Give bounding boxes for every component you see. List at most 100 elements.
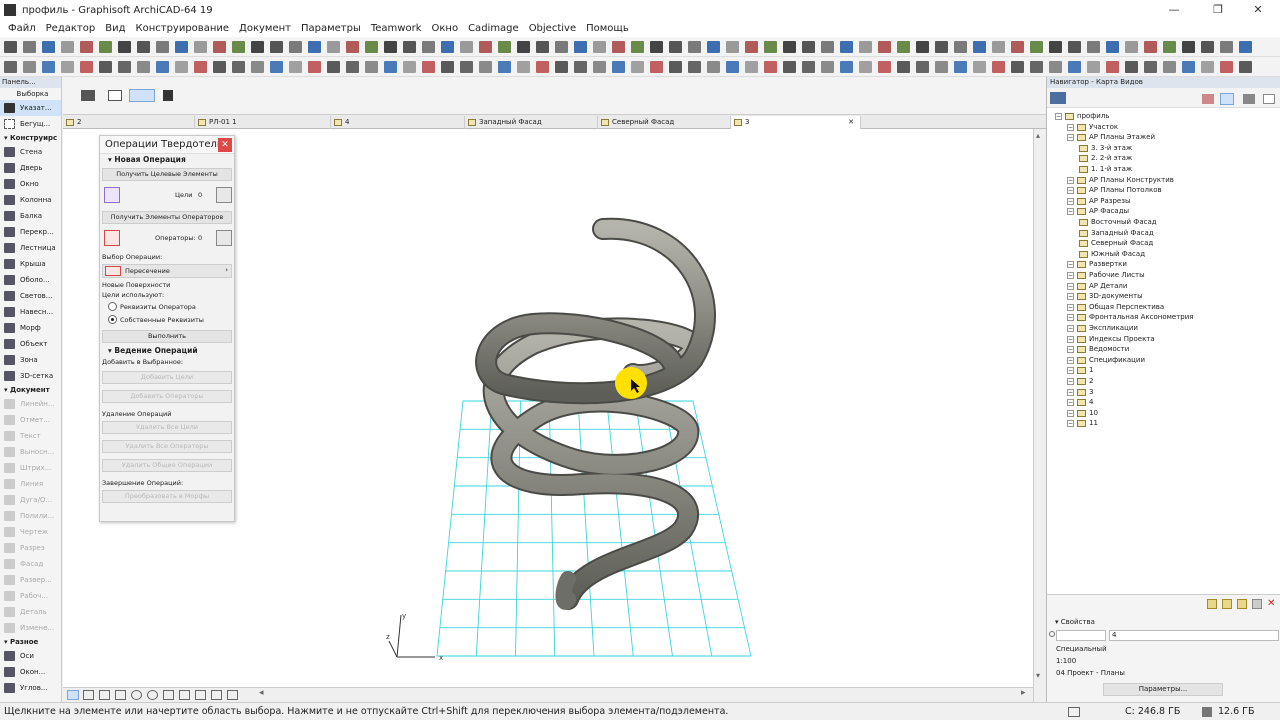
toolbar-icon[interactable]: [821, 60, 834, 73]
toolbar-icon[interactable]: [707, 40, 720, 53]
tool-construct_items-3[interactable]: Колонна: [0, 192, 61, 208]
tree-item[interactable]: − Общая Перспектива: [1067, 302, 1164, 313]
tool-construct_items-2[interactable]: Окно: [0, 176, 61, 192]
page-icon[interactable]: [67, 690, 79, 700]
tree-item[interactable]: − Фронтальная Аксонометрия: [1067, 312, 1193, 323]
tree-toggle-icon[interactable]: −: [1067, 134, 1074, 142]
tree-toggle-icon[interactable]: −: [1067, 420, 1074, 428]
tree-toggle-icon[interactable]: −: [1067, 272, 1074, 279]
toolbar-icon[interactable]: [1201, 40, 1214, 53]
toolbar-icon[interactable]: [1239, 40, 1252, 53]
tab-2[interactable]: 2: [63, 116, 195, 129]
toolbar-icon[interactable]: [859, 40, 872, 53]
toolbar-icon[interactable]: [1087, 40, 1100, 53]
tree-item[interactable]: − АР Планы Этажей: [1067, 132, 1155, 143]
tree-toggle-icon[interactable]: −: [1067, 197, 1074, 205]
magnify-icon[interactable]: [147, 690, 158, 700]
explore-icon[interactable]: [211, 690, 222, 700]
toolbar-icon[interactable]: [574, 60, 587, 73]
toolbar-icon[interactable]: [517, 60, 530, 73]
delete-all-operators-button[interactable]: Удалить Все Операторы: [102, 440, 232, 453]
tool-document_items-12[interactable]: Рабоч...: [0, 588, 61, 604]
toolbar-icon[interactable]: [1182, 40, 1195, 53]
tool-document_items-11[interactable]: Развер...: [0, 572, 61, 588]
toolbar-icon[interactable]: [935, 40, 948, 53]
tree-item[interactable]: − Участок: [1067, 122, 1118, 133]
toolbar-icon[interactable]: [1220, 60, 1233, 73]
tree-item[interactable]: −3: [1067, 387, 1093, 398]
toolbar-icon[interactable]: [650, 40, 663, 53]
project-row[interactable]: 04 Проект - Планы: [1047, 667, 1280, 679]
toolbar-icon[interactable]: [555, 40, 568, 53]
tool-construct_items-9[interactable]: Светов...: [0, 288, 61, 304]
zoom-in-icon[interactable]: [83, 690, 94, 700]
tree-toggle-icon[interactable]: −: [1067, 335, 1074, 343]
tool-document_items-9[interactable]: Разрез: [0, 540, 61, 556]
layout-book-icon[interactable]: [1220, 93, 1234, 105]
toolbar-icon[interactable]: [327, 60, 340, 73]
tree-item[interactable]: − АР Разрезы: [1067, 196, 1130, 207]
toolbar-icon[interactable]: [42, 40, 55, 53]
toolbar-icon[interactable]: [821, 40, 834, 53]
fit-zoom-icon[interactable]: [227, 690, 238, 700]
tree-toggle-icon[interactable]: −: [1067, 293, 1074, 301]
toolbar-icon[interactable]: [973, 40, 986, 53]
tree-item[interactable]: Восточный Фасад: [1079, 217, 1157, 228]
scroll-left-icon[interactable]: ◂: [259, 688, 264, 698]
toolbar-icon[interactable]: [745, 60, 758, 73]
tool-construct_items-6[interactable]: Лестница: [0, 240, 61, 256]
tree-item[interactable]: − Рабочие Листы: [1067, 270, 1145, 281]
toolbar-icon[interactable]: [802, 40, 815, 53]
toolbar-icon[interactable]: [1030, 60, 1043, 73]
get-operators-button[interactable]: Получить Элементы Операторов: [102, 211, 232, 224]
toolbar-icon[interactable]: [840, 40, 853, 53]
menu-help[interactable]: Помощь: [586, 23, 629, 34]
toolbar-icon[interactable]: [1239, 60, 1252, 73]
tree-item[interactable]: − АР Фасады: [1067, 206, 1129, 217]
tree-item[interactable]: −2: [1067, 376, 1093, 387]
toolbar-icon[interactable]: [1144, 40, 1157, 53]
toolbar-icon[interactable]: [517, 40, 530, 53]
tree-item[interactable]: Западный Фасад: [1079, 228, 1154, 239]
toolbar-icon[interactable]: [897, 40, 910, 53]
tree-item[interactable]: − Спецификации: [1067, 355, 1145, 366]
tree-toggle-icon[interactable]: −: [1067, 187, 1074, 195]
toolbar-icon[interactable]: [612, 60, 625, 73]
toolbar-icon[interactable]: [707, 60, 720, 73]
tree-toggle-icon[interactable]: −: [1067, 325, 1074, 332]
toolbar-icon[interactable]: [270, 60, 283, 73]
organizer-icon[interactable]: [1263, 94, 1275, 104]
toolbar-icon[interactable]: [289, 40, 302, 53]
toolbar-icon[interactable]: [403, 60, 416, 73]
document-group-label[interactable]: ▾ Документ: [0, 384, 61, 396]
rotate-icon[interactable]: [195, 690, 206, 700]
menu-file[interactable]: Файл: [8, 23, 36, 34]
toolbar-icon[interactable]: [441, 60, 454, 73]
zoom-icon[interactable]: [131, 690, 142, 700]
convert-morph-button[interactable]: Преобразовать в Морфы: [102, 490, 232, 503]
tree-toggle-icon[interactable]: −: [1067, 261, 1074, 269]
delete-icon[interactable]: ✕: [1267, 598, 1275, 609]
tree-toggle-icon[interactable]: −: [1067, 123, 1074, 131]
menu-teamwork[interactable]: Teamwork: [371, 23, 422, 34]
new-op-section[interactable]: ▾ Новая Операция: [100, 154, 234, 166]
tool-document_items-2[interactable]: Текст: [0, 428, 61, 444]
toolbar-icon[interactable]: [4, 40, 17, 53]
toolbar-icon[interactable]: [194, 40, 207, 53]
tree-item[interactable]: −3D-документы: [1067, 291, 1143, 302]
tree-toggle-icon[interactable]: −: [1067, 388, 1074, 396]
toolbar-icon[interactable]: [23, 40, 36, 53]
toolbar-icon[interactable]: [612, 40, 625, 53]
toolbar-icon[interactable]: [688, 40, 701, 53]
tab-north-elevation[interactable]: Северный Фасад: [598, 116, 731, 129]
tree-item[interactable]: −11: [1067, 418, 1098, 429]
toolbar-icon[interactable]: [1220, 40, 1233, 53]
new-folder-icon[interactable]: [1207, 599, 1217, 609]
tree-toggle-icon[interactable]: −: [1067, 303, 1074, 311]
toolbar-icon[interactable]: [593, 40, 606, 53]
toolbar-icon[interactable]: [1068, 40, 1081, 53]
toolbar-icon[interactable]: [764, 60, 777, 73]
toolbar-icon[interactable]: [1163, 40, 1176, 53]
misc-group-label[interactable]: ▾ Разное: [0, 636, 61, 648]
toolbar-icon[interactable]: [973, 60, 986, 73]
